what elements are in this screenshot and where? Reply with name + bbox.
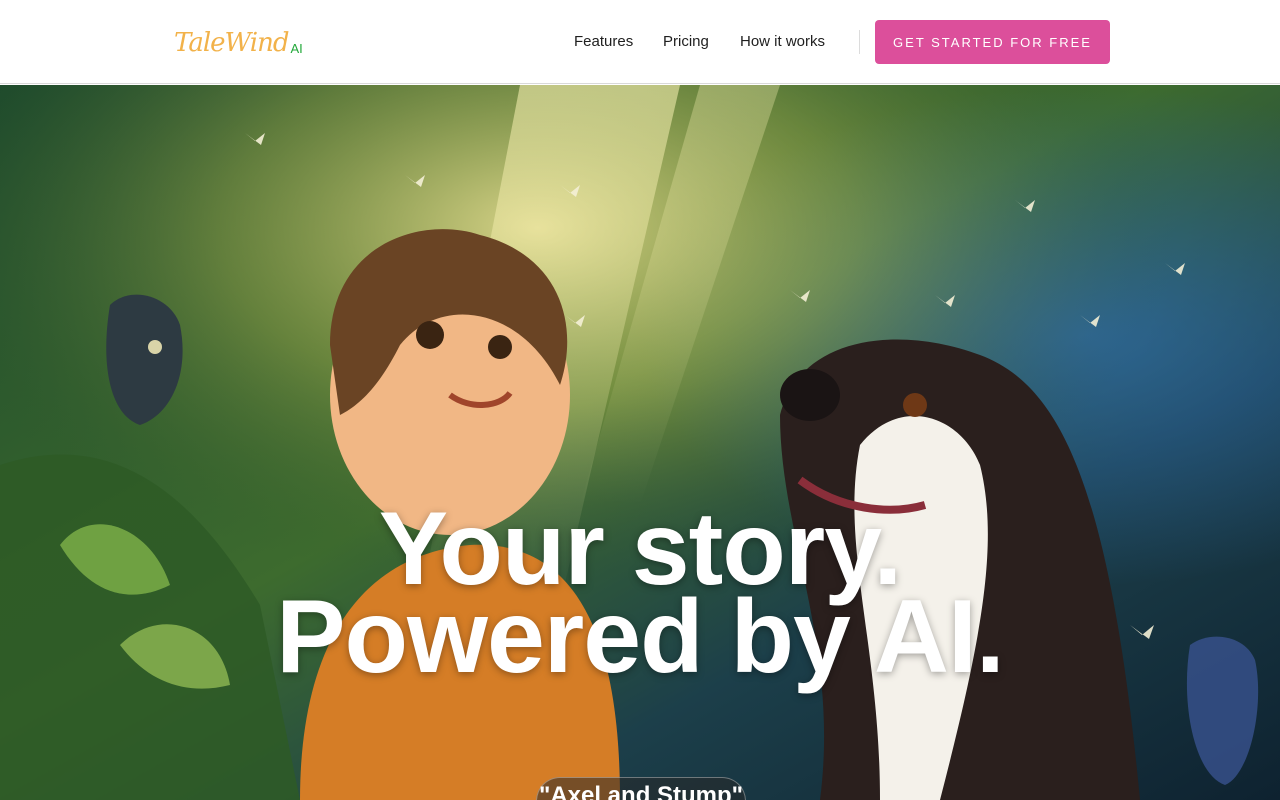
nav-divider — [859, 30, 860, 54]
site-header: TaleWind AI Features Pricing How it work… — [0, 0, 1280, 84]
logo-wordmark: TaleWind — [174, 28, 289, 58]
logo[interactable]: TaleWind AI — [174, 24, 303, 60]
nav-link-how-it-works[interactable]: How it works — [740, 32, 825, 52]
hero-headline-line2: Powered by AI. — [276, 579, 1005, 695]
story-title-badge: "Axel and Stump" — [536, 777, 746, 800]
get-started-button[interactable]: GET STARTED FOR FREE — [875, 20, 1110, 64]
nav-link-pricing[interactable]: Pricing — [663, 32, 709, 52]
nav-link-features[interactable]: Features — [574, 32, 633, 52]
hero-headline: Your story. Powered by AI. — [0, 497, 1280, 695]
logo-ai-suffix: AI — [290, 41, 303, 56]
hero-section: Your story. Powered by AI. "Axel and Stu… — [0, 85, 1280, 800]
